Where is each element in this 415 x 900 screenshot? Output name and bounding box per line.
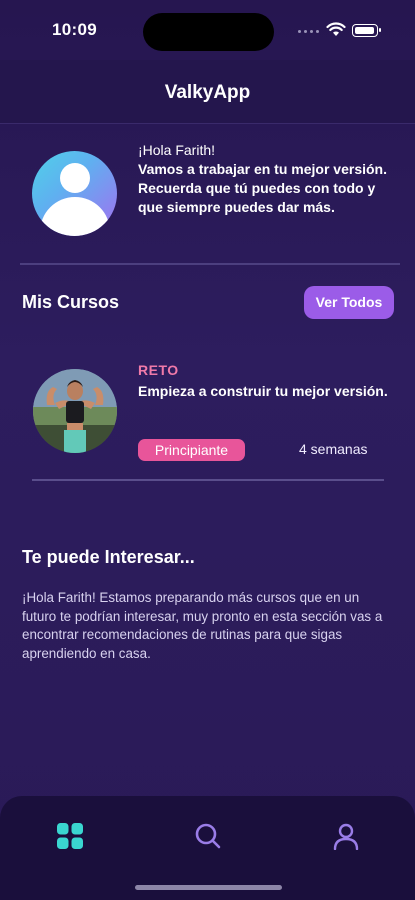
course-divider bbox=[32, 479, 384, 481]
profile-icon bbox=[333, 823, 359, 850]
status-bar: 10:09 bbox=[0, 0, 415, 60]
see-all-button[interactable]: Ver Todos bbox=[304, 286, 394, 319]
app-title: ValkyApp bbox=[164, 82, 251, 103]
interest-title: Te puede Interesar... bbox=[22, 547, 195, 567]
user-avatar[interactable] bbox=[32, 151, 117, 236]
grid-icon bbox=[57, 823, 83, 849]
course-duration: 4 semanas bbox=[299, 441, 368, 457]
avatar-body bbox=[40, 197, 110, 236]
my-courses-title: Mis Cursos bbox=[22, 292, 120, 312]
battery-icon bbox=[352, 24, 381, 37]
cellular-signal-icon bbox=[298, 30, 320, 36]
search-icon bbox=[195, 823, 221, 849]
greeting-message: Vamos a trabajar en tu mejor versión. Re… bbox=[138, 161, 387, 215]
navigation-bar: ValkyApp bbox=[0, 60, 415, 124]
tab-profile[interactable] bbox=[326, 818, 366, 854]
dynamic-island bbox=[143, 13, 274, 51]
athlete-photo-illustration bbox=[33, 369, 117, 453]
app-screen: 10:09 ValkyApp ¡Hola Farith! Vamos a tra… bbox=[0, 0, 415, 900]
status-time: 10:09 bbox=[52, 20, 97, 39]
greeting-text: ¡Hola Farith! Vamos a trabajar en tu mej… bbox=[138, 141, 400, 217]
course-title: Empieza a construir tu mejor versión. bbox=[138, 383, 388, 399]
section-divider bbox=[20, 263, 400, 265]
avatar-head bbox=[60, 163, 90, 193]
tab-home[interactable] bbox=[50, 818, 90, 854]
greeting-hi: ¡Hola Farith! bbox=[138, 142, 216, 158]
interest-body: ¡Hola Farith! Estamos preparando más cur… bbox=[22, 590, 383, 661]
wifi-icon bbox=[326, 22, 346, 36]
course-photo bbox=[33, 369, 117, 453]
course-kicker: RETO bbox=[138, 362, 179, 378]
home-indicator bbox=[135, 885, 282, 890]
course-level-badge: Principiante bbox=[138, 439, 245, 461]
tab-search[interactable] bbox=[188, 818, 228, 854]
